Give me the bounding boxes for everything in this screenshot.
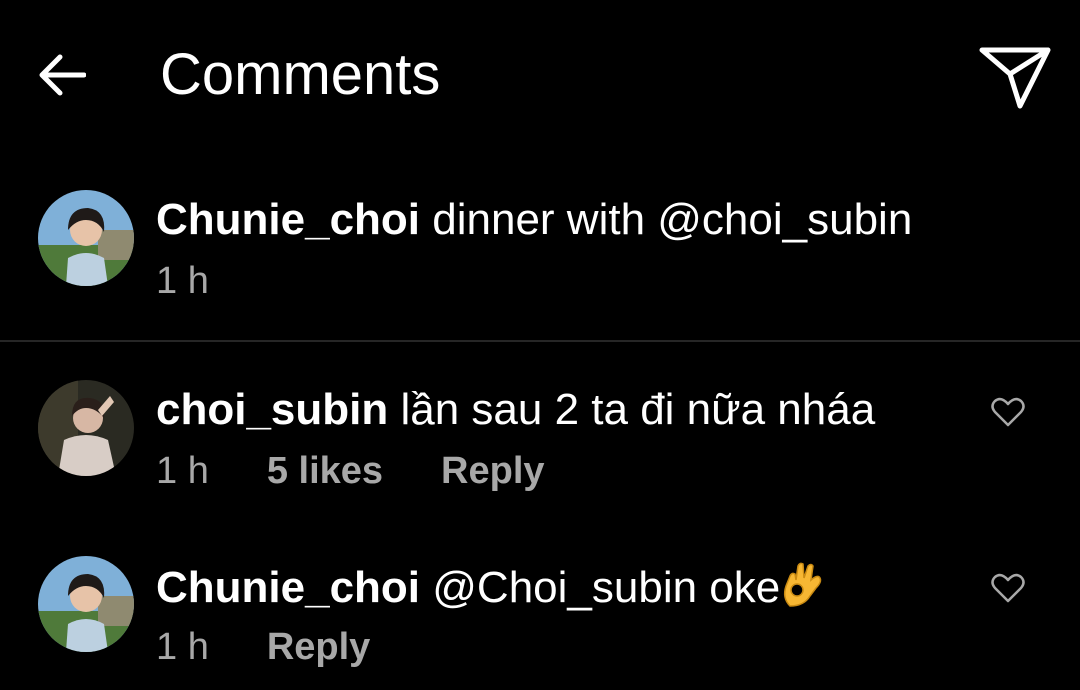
heart-outline-icon — [991, 573, 1025, 603]
caption-meta: 1 h — [156, 256, 267, 306]
paper-plane-icon — [979, 47, 1051, 109]
avatar[interactable] — [38, 556, 134, 652]
avatar-photo-icon — [38, 380, 134, 476]
heart-outline-icon — [991, 397, 1025, 427]
like-button[interactable] — [990, 570, 1026, 606]
reply-button[interactable]: Reply — [441, 446, 544, 496]
comment-text: choi_subin lần sau 2 ta đi nữa nháa — [156, 382, 875, 438]
comment-likes-count[interactable]: 5 likes — [267, 446, 383, 496]
caption-body: dinner with @choi_subin — [420, 195, 913, 244]
page-title: Comments — [160, 42, 441, 107]
comments-screen: Comments Chunie_choi dinner with @choi_s… — [0, 0, 1080, 690]
comment-body: @Choi_subin oke — [420, 563, 781, 612]
comment-meta: 1 h 5 likes Reply — [156, 446, 545, 496]
ok-hand-emoji-icon — [784, 562, 822, 607]
comment-username[interactable]: Chunie_choi — [156, 563, 420, 612]
avatar-photo-icon — [38, 190, 134, 286]
caption-divider — [0, 340, 1080, 342]
comment-body: lần sau 2 ta đi nữa nháa — [388, 385, 876, 434]
reply-button[interactable]: Reply — [267, 622, 370, 672]
comment-item: choi_subin lần sau 2 ta đi nữa nháa 1 h … — [0, 372, 1080, 502]
avatar-photo-icon — [38, 556, 134, 652]
comment-timestamp: 1 h — [156, 626, 209, 668]
back-arrow-icon — [39, 54, 86, 96]
post-caption: Chunie_choi dinner with @choi_subin 1 h — [0, 180, 1080, 320]
comment-timestamp: 1 h — [156, 450, 209, 492]
comment-meta: 1 h Reply — [156, 622, 370, 672]
like-button[interactable] — [990, 394, 1026, 430]
share-button[interactable] — [975, 42, 1055, 112]
caption-username[interactable]: Chunie_choi — [156, 195, 420, 244]
caption-timestamp: 1 h — [156, 260, 209, 302]
comment-item: Chunie_choi @Choi_subin oke 1 h Reply — [0, 548, 1080, 678]
comment-text: Chunie_choi @Choi_subin oke — [156, 558, 824, 616]
comment-username[interactable]: choi_subin — [156, 385, 388, 434]
header-bar: Comments — [0, 0, 1080, 150]
back-button[interactable] — [36, 50, 88, 100]
caption-text: Chunie_choi dinner with @choi_subin — [156, 192, 912, 248]
avatar[interactable] — [38, 190, 134, 286]
avatar[interactable] — [38, 380, 134, 476]
